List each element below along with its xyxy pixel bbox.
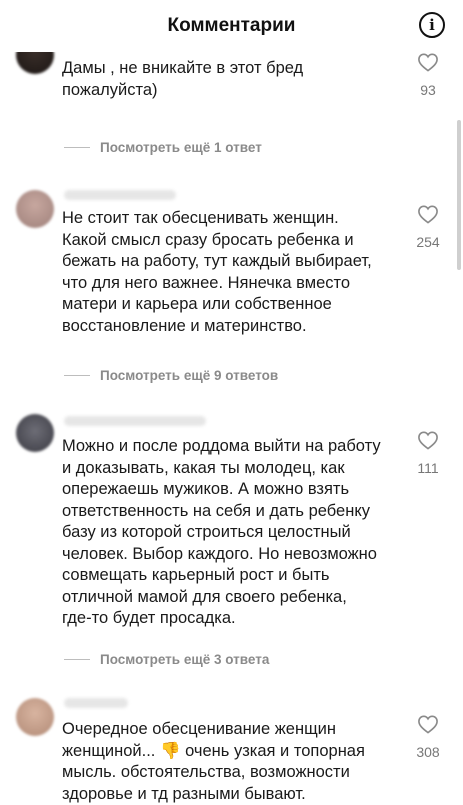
like-count: 93 (420, 82, 436, 98)
heart-icon[interactable] (417, 430, 439, 450)
like-count: 111 (417, 460, 439, 476)
divider (64, 375, 90, 376)
like-count: 254 (416, 234, 440, 250)
like-button[interactable]: 111 (411, 430, 445, 476)
username[interactable] (64, 416, 206, 426)
comments-header: Комментарии i (0, 0, 463, 52)
info-icon[interactable]: i (419, 12, 445, 38)
divider (64, 659, 90, 660)
divider (64, 147, 90, 148)
scrollbar[interactable] (457, 120, 461, 270)
comment-text: Можно и после роддома выйти на работу и … (62, 437, 381, 627)
comment-text: Дамы , не вникайте в этот бред пожалуйст… (62, 59, 304, 99)
page-title: Комментарии (167, 15, 296, 36)
view-replies-label: Посмотреть ещё 9 ответов (100, 368, 279, 383)
avatar[interactable] (16, 698, 54, 736)
username[interactable] (64, 190, 176, 200)
avatar[interactable] (16, 414, 54, 452)
heart-icon[interactable] (417, 714, 439, 734)
view-replies-button[interactable]: Посмотреть ещё 9 ответов (64, 368, 278, 383)
view-replies-label: Посмотреть ещё 1 ответ (100, 140, 262, 155)
like-count: 308 (416, 744, 440, 760)
heart-icon[interactable] (417, 204, 439, 224)
comment-text: Очередное обесценивание женщин женщиной.… (62, 720, 365, 803)
view-replies-label: Посмотреть ещё 3 ответа (100, 652, 270, 667)
username[interactable] (64, 698, 128, 708)
like-button[interactable]: 254 (411, 204, 445, 250)
comment-text: Не стоит так обесценивать женщин. Какой … (62, 209, 372, 335)
view-replies-button[interactable]: Посмотреть ещё 3 ответа (64, 652, 269, 667)
like-button[interactable]: 93 (411, 52, 445, 98)
like-button[interactable]: 308 (411, 714, 445, 760)
avatar[interactable] (16, 190, 54, 228)
heart-icon[interactable] (417, 52, 439, 72)
view-replies-button[interactable]: Посмотреть ещё 1 ответ (64, 140, 262, 155)
